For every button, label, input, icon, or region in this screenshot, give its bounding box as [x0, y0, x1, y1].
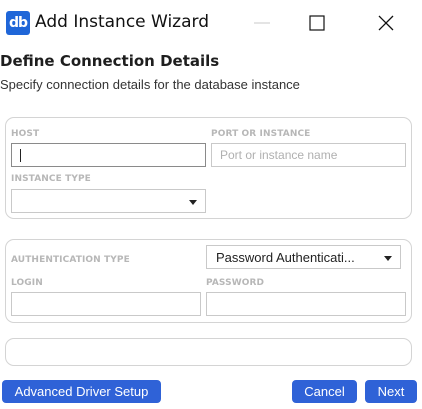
instance-type-select[interactable]	[11, 189, 206, 213]
page-title: Define Connection Details	[0, 52, 220, 70]
cancel-button[interactable]: Cancel	[292, 380, 357, 403]
page-subtitle: Specify connection details for the datab…	[0, 77, 300, 92]
port-placeholder: Port or instance name	[220, 148, 338, 162]
port-input[interactable]: Port or instance name	[211, 143, 406, 167]
login-label: LOGIN	[11, 278, 43, 288]
close-icon	[378, 15, 394, 31]
authentication-type-select[interactable]: Password Authenticati...	[206, 245, 401, 269]
dropdown-arrow-icon	[189, 200, 197, 205]
maximize-button[interactable]	[303, 9, 331, 37]
minimize-button[interactable]	[248, 9, 276, 37]
window-title: Add Instance Wizard	[35, 12, 210, 32]
port-label: PORT OR INSTANCE	[211, 129, 311, 139]
login-input[interactable]	[11, 292, 201, 316]
text-caret	[20, 149, 21, 162]
title-bar: db Add Instance Wizard	[0, 0, 422, 46]
authentication-type-label: AUTHENTICATION TYPE	[11, 255, 130, 265]
instance-type-label: INSTANCE TYPE	[11, 174, 91, 184]
password-label: PASSWORD	[206, 278, 265, 288]
maximize-icon	[309, 15, 325, 31]
host-label: HOST	[11, 129, 40, 139]
empty-panel	[5, 338, 412, 366]
database-app-icon: db	[6, 11, 30, 35]
close-button[interactable]	[372, 9, 400, 37]
host-input[interactable]	[11, 143, 206, 167]
password-input[interactable]	[206, 292, 406, 316]
advanced-driver-setup-button[interactable]: Advanced Driver Setup	[2, 380, 161, 403]
minimize-icon	[254, 22, 270, 24]
dropdown-arrow-icon	[384, 256, 392, 261]
next-button[interactable]: Next	[365, 380, 417, 403]
